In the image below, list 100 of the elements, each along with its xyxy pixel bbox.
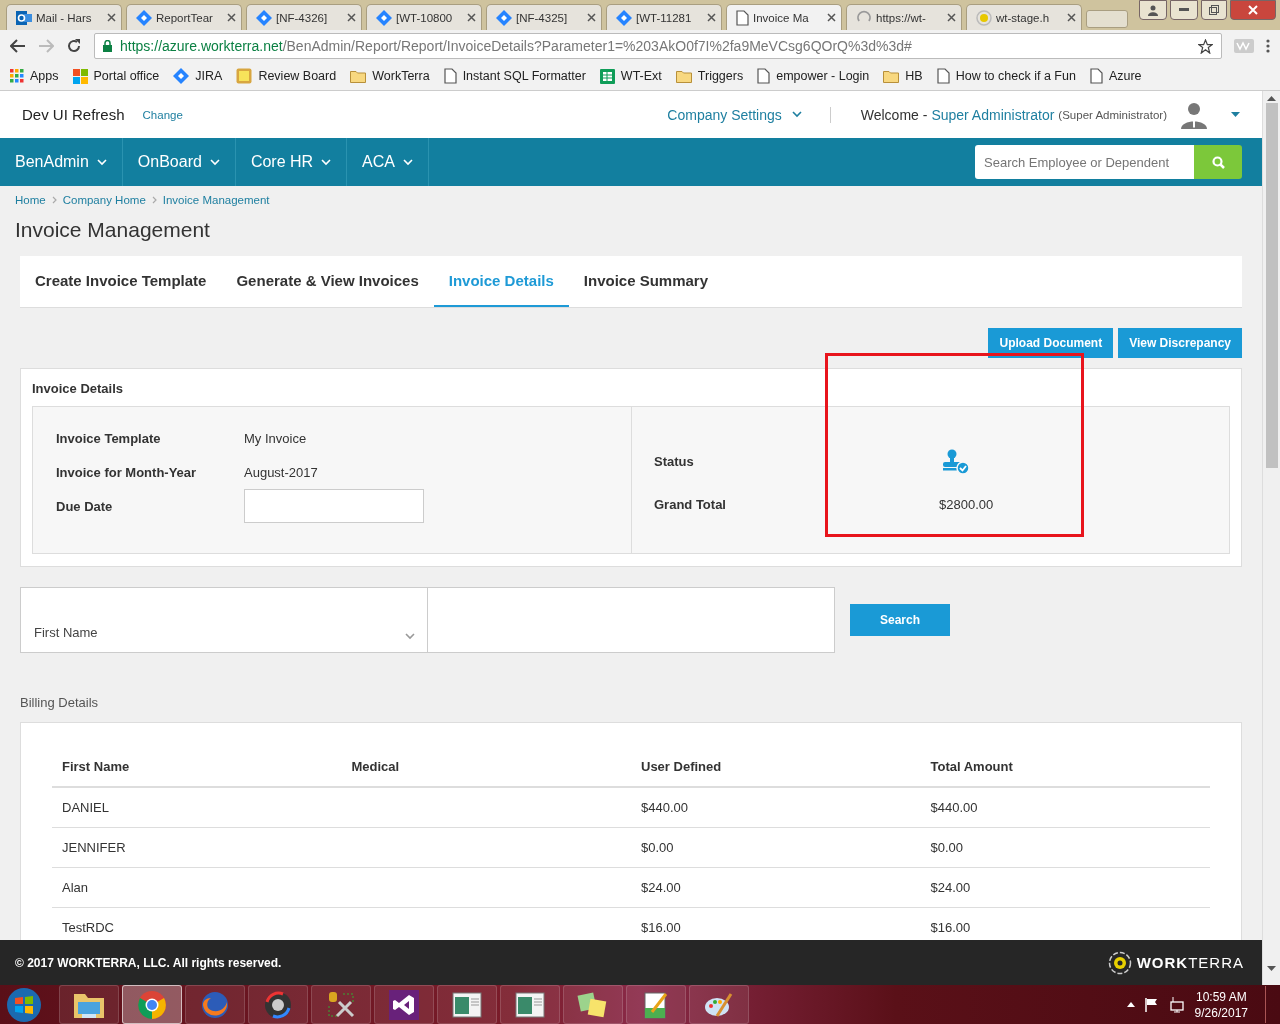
- nav-menu[interactable]: ACA: [347, 138, 429, 186]
- nav-menu[interactable]: OnBoard: [122, 138, 236, 186]
- browser-tab[interactable]: [WT-10800: [366, 4, 482, 30]
- bookmark[interactable]: Azure: [1089, 68, 1142, 84]
- tab[interactable]: Generate & View Invoices: [221, 256, 434, 307]
- taskbar-button[interactable]: [689, 985, 749, 1024]
- close-icon[interactable]: [707, 13, 716, 22]
- diamond-icon: [173, 68, 190, 84]
- tab[interactable]: Create Invoice Template: [20, 256, 222, 307]
- table-cell: $24.00: [930, 880, 971, 895]
- taskbar-button[interactable]: [500, 985, 560, 1024]
- bookmark[interactable]: WorkTerra: [350, 69, 430, 83]
- profile-button[interactable]: [1139, 0, 1167, 20]
- browser-tab[interactable]: [WT-11281: [606, 4, 722, 30]
- browser-tab[interactable]: Invoice Ma: [726, 4, 842, 30]
- bookmark[interactable]: Review Board: [236, 68, 337, 84]
- due-date-field[interactable]: [244, 489, 424, 523]
- close-icon[interactable]: [107, 13, 116, 22]
- bookmark[interactable]: Triggers: [675, 69, 744, 83]
- browser-tab[interactable]: [NF-4326]: [246, 4, 362, 30]
- copyright-text: © 2017 WORKTERRA, LLC. All rights reserved.: [15, 955, 282, 970]
- table-cell: $440.00: [641, 800, 688, 815]
- address-bar[interactable]: https://azure.workterra.net/BenAdmin/Report/Report/InvoiceDetails?Parameter1=%203AkO0f7I%2fa9MeVCsg6QOrQ%3d%3d#: [94, 33, 1222, 59]
- browser-tab[interactable]: https://wt-: [846, 4, 962, 30]
- scroll-up-icon[interactable]: [1267, 96, 1276, 101]
- column-header: First Name: [52, 747, 342, 787]
- bookmark[interactable]: JIRA: [173, 68, 223, 84]
- bookmark[interactable]: empower - Login: [757, 68, 870, 84]
- taskbar-button[interactable]: [374, 985, 434, 1024]
- taskbar-button[interactable]: [59, 985, 119, 1024]
- scroll-down-icon[interactable]: [1267, 966, 1276, 971]
- filter-input-field[interactable]: [428, 587, 835, 653]
- company-settings-menu[interactable]: Company Settings: [667, 106, 831, 123]
- scrollbar[interactable]: [1262, 91, 1280, 985]
- browser-tab[interactable]: [NF-4325]: [486, 4, 602, 30]
- search-field[interactable]: Search Employee or Dependent: [975, 145, 1194, 179]
- page-icon: [1089, 68, 1103, 84]
- chevron-icon: [791, 111, 802, 118]
- close-icon[interactable]: [1067, 13, 1076, 22]
- tab[interactable]: Invoice Summary: [568, 256, 724, 307]
- change-link[interactable]: Change: [142, 108, 183, 121]
- avatar-icon[interactable]: [1179, 100, 1209, 129]
- minimize-button[interactable]: [1170, 0, 1198, 20]
- close-icon[interactable]: [227, 13, 236, 22]
- bookmark[interactable]: Portal office: [72, 68, 160, 84]
- bookmark[interactable]: HB: [883, 69, 923, 83]
- diamond-icon: [496, 9, 512, 26]
- browser-tab[interactable]: wt-stage.h: [966, 4, 1082, 30]
- bookmark[interactable]: How to check if a Fun: [936, 68, 1076, 84]
- chevron-icon: [209, 158, 220, 166]
- taskbar-button[interactable]: [437, 985, 497, 1024]
- close-icon[interactable]: [467, 13, 476, 22]
- chevron-icon: [403, 158, 413, 166]
- close-icon[interactable]: [947, 13, 956, 22]
- network-icon[interactable]: [1168, 996, 1185, 1013]
- grid-icon: [10, 69, 24, 83]
- star-icon[interactable]: [1198, 38, 1213, 54]
- user-role: (Super Administrator): [1058, 108, 1167, 121]
- page-icon: [736, 9, 749, 26]
- close-icon[interactable]: [347, 13, 356, 22]
- taskbar-button[interactable]: [311, 985, 371, 1024]
- close-icon[interactable]: [587, 13, 596, 22]
- maximize-button[interactable]: [1201, 0, 1227, 20]
- brand-logo-text: WORKTERRA: [1136, 954, 1244, 971]
- back-icon[interactable]: [10, 39, 26, 53]
- browser-tab[interactable]: Mail - Hars: [6, 4, 122, 30]
- window-icon: [515, 991, 545, 1018]
- taskbar-button[interactable]: [248, 985, 308, 1024]
- browser-tab[interactable]: ReportTear: [126, 4, 242, 30]
- reload-icon[interactable]: [66, 38, 82, 54]
- diamond-icon: [136, 9, 152, 26]
- breadcrumb-link[interactable]: Home: [15, 194, 46, 206]
- spreadsheet-icon: [599, 68, 615, 84]
- nav-menu[interactable]: BenAdmin: [0, 138, 123, 186]
- flag-icon[interactable]: [1144, 997, 1159, 1012]
- user-name-link[interactable]: Super Administrator: [931, 106, 1055, 123]
- folder-icon: [675, 69, 692, 83]
- field-value: My Invoice: [244, 430, 308, 446]
- field-label: Invoice Template: [56, 430, 162, 446]
- start-button[interactable]: [4, 985, 44, 1024]
- bookmark[interactable]: Apps: [10, 69, 59, 83]
- fox-globe-icon: [200, 989, 230, 1020]
- taskbar-button[interactable]: [563, 985, 623, 1024]
- filter-dropdown[interactable]: First Name: [20, 587, 428, 653]
- dropdown-icon[interactable]: [1231, 112, 1240, 117]
- taskbar-button[interactable]: [626, 985, 686, 1024]
- bookmark[interactable]: WT-Ext: [599, 68, 662, 84]
- diamond-icon: [376, 9, 392, 26]
- field-value: August-2017: [244, 464, 319, 480]
- close-icon[interactable]: [827, 13, 836, 22]
- breadcrumb-link[interactable]: Invoice Management: [162, 194, 270, 206]
- close-icon: [1248, 5, 1258, 15]
- clock[interactable]: 10:59 AM 9/26/2017: [1194, 988, 1248, 1021]
- caret-up-icon[interactable]: [1126, 1002, 1135, 1007]
- nav-menu[interactable]: Core HR: [235, 138, 348, 186]
- close-button[interactable]: [1230, 0, 1276, 20]
- bookmark[interactable]: Instant SQL Formatter: [443, 68, 586, 84]
- breadcrumb-link[interactable]: Company Home: [62, 194, 146, 206]
- menu-icon[interactable]: [1266, 39, 1270, 53]
- folder-icon: [883, 69, 900, 83]
